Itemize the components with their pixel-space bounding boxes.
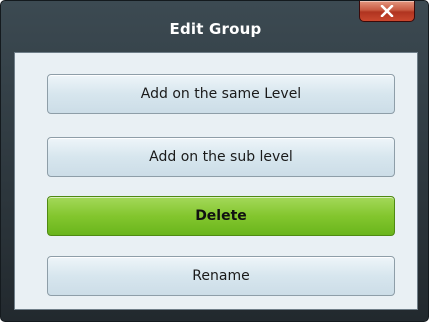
dialog-content: Add on the same Level Add on the sub lev… xyxy=(14,52,418,310)
rename-button[interactable]: Rename xyxy=(47,256,395,296)
edit-group-dialog: Edit Group Add on the same Level Add on … xyxy=(0,0,429,322)
add-sub-level-button[interactable]: Add on the sub level xyxy=(47,137,395,177)
delete-button[interactable]: Delete xyxy=(47,196,395,236)
close-x-icon xyxy=(380,5,394,17)
close-button[interactable] xyxy=(359,1,415,22)
add-same-level-button[interactable]: Add on the same Level xyxy=(47,74,395,114)
